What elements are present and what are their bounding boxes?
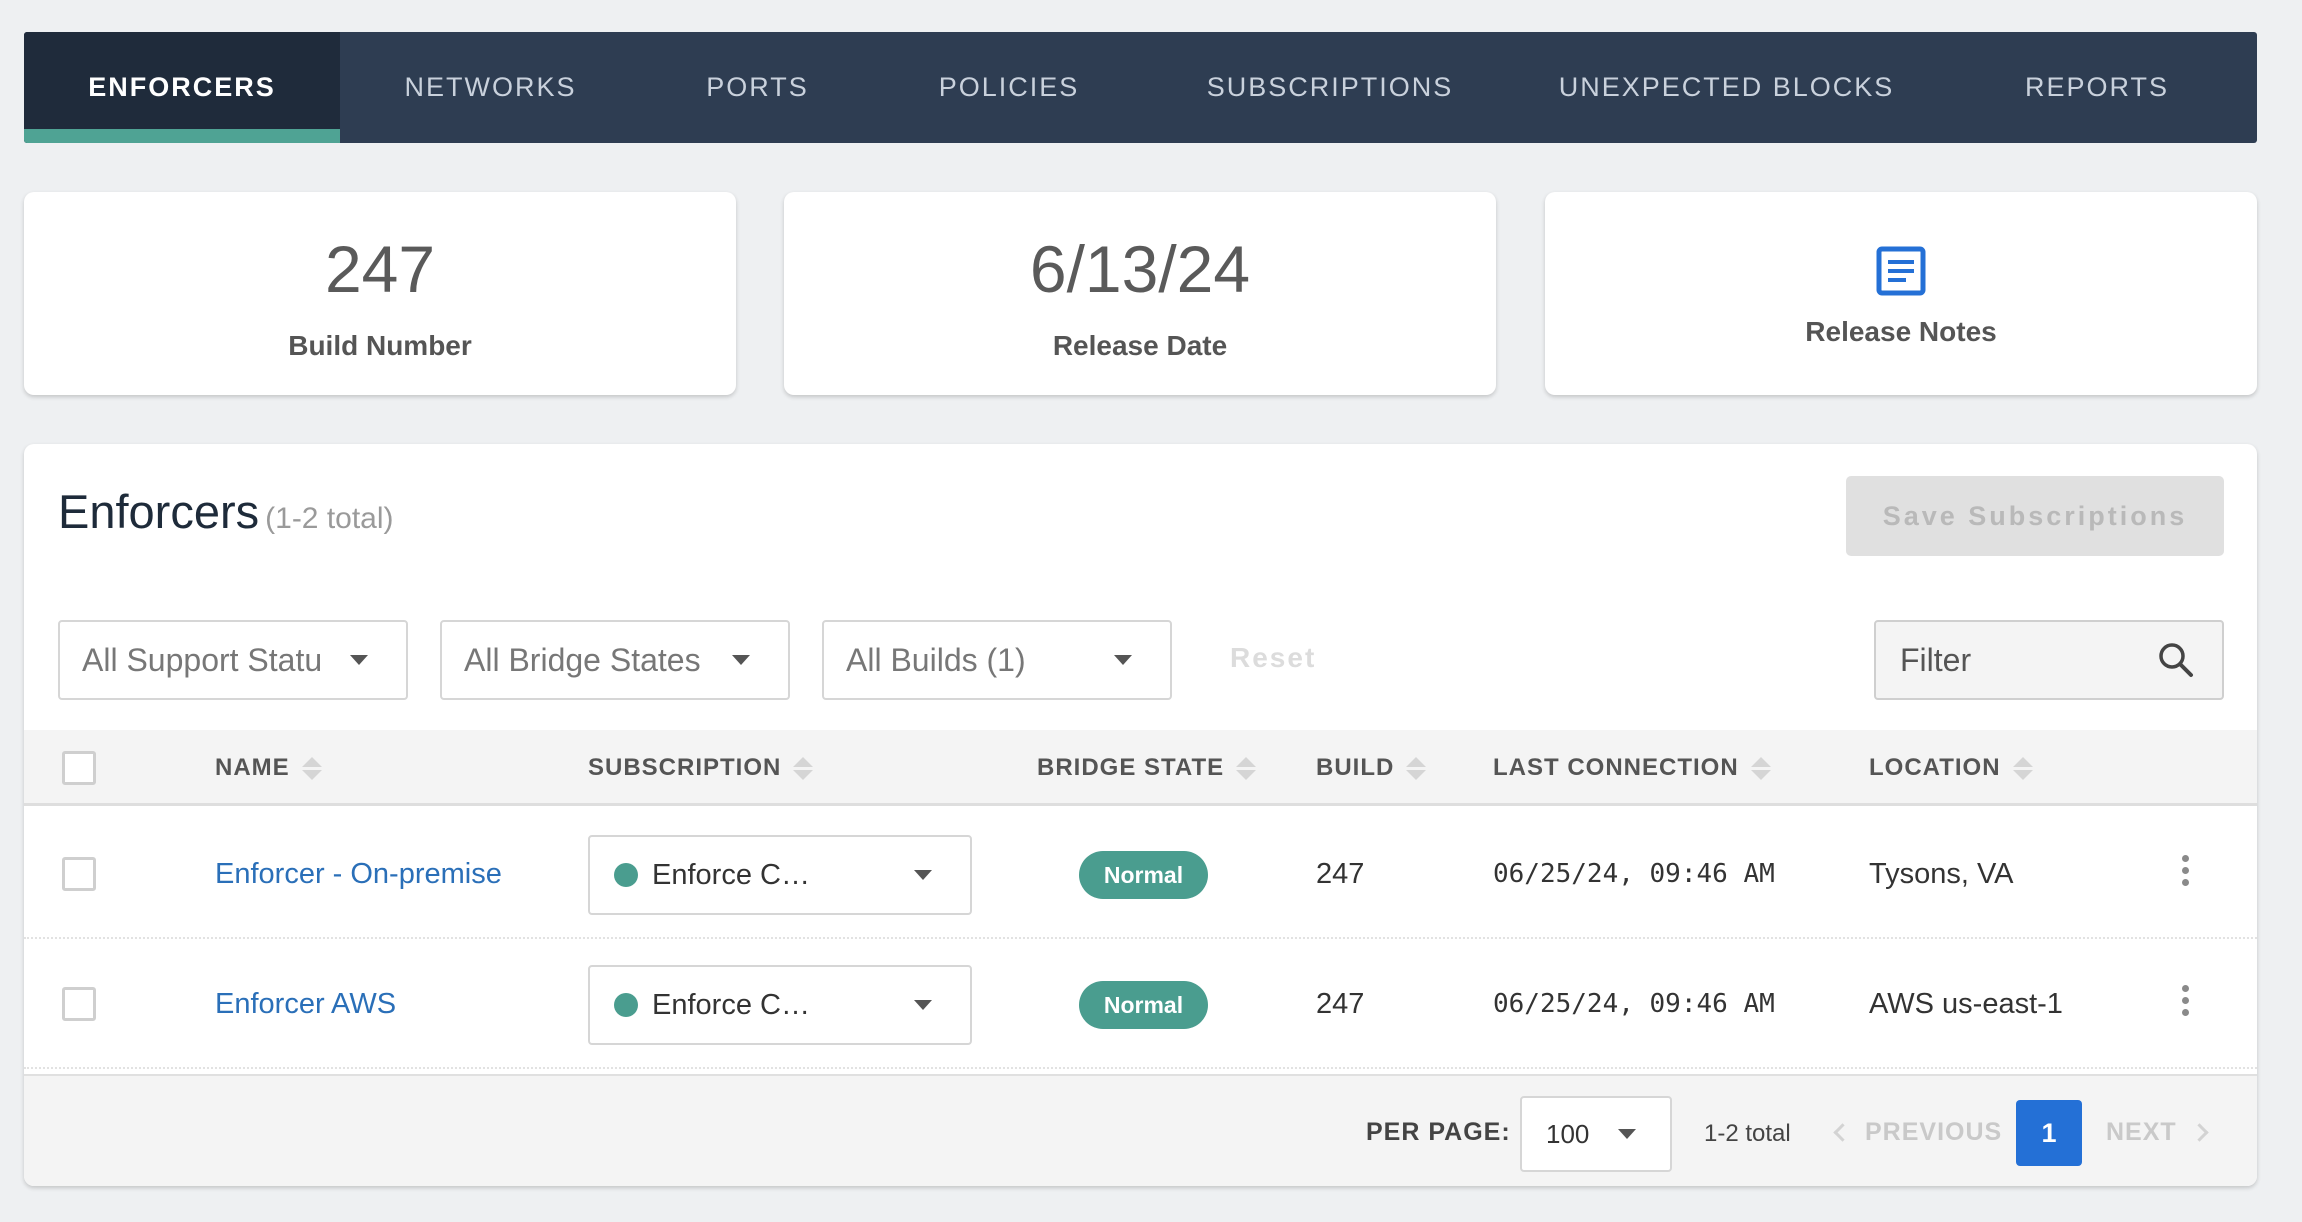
build-number-label: Build Number [288,330,472,361]
page-title-text: Enforcers [58,485,260,538]
support-status-select[interactable]: All Support Statu [58,620,408,700]
per-page-label: PER PAGE: [1366,1118,1511,1146]
column-last-connection[interactable]: LAST CONNECTION [1493,730,1771,806]
select-all-checkbox[interactable] [62,751,96,785]
tab-networks[interactable]: NETWORKS [340,32,641,143]
table-header: NAME SUBSCRIPTION BRIDGE STATE BUILD LAS… [24,730,2257,806]
chevron-down-icon [1114,655,1132,665]
reset-button[interactable]: Reset [1230,642,1316,674]
pagination-total: 1-2 total [1704,1120,1791,1147]
enforcer-name-link[interactable]: Enforcer AWS [215,939,396,1069]
bridge-states-select[interactable]: All Bridge States [440,620,790,700]
build-number-value: 247 [324,232,436,306]
document-icon [1876,246,1926,296]
release-date-value: 6/13/24 [1029,232,1251,306]
save-subscriptions-button[interactable]: Save Subscriptions [1846,476,2224,556]
subscription-select[interactable]: Enforce C… [588,835,972,915]
release-date-card: 6/13/24 Release Date [784,192,1496,395]
more-options-icon[interactable] [2182,985,2189,1016]
column-last-connection-label: LAST CONNECTION [1493,754,1739,781]
location-cell: AWS us-east-1 [1869,987,2063,1020]
subscription-value: Enforce C… [652,988,810,1021]
column-build[interactable]: BUILD [1316,730,1427,806]
bridge-state-badge: Normal [1079,851,1208,899]
column-subscription-label: SUBSCRIPTION [588,754,782,781]
search-icon[interactable] [2158,642,2194,678]
status-dot [614,863,638,887]
page-1-button[interactable]: 1 [2016,1100,2082,1166]
previous-page-button[interactable]: PREVIOUS [1833,1118,2003,1147]
builds-value: All Builds (1) [846,641,1026,678]
status-dot [614,993,638,1017]
enforcer-name-link[interactable]: Enforcer - On-premise [215,809,502,939]
row-checkbox[interactable] [62,857,96,891]
tab-policies[interactable]: POLICIES [874,32,1144,143]
pagination-bar: PER PAGE: 100 1-2 total PREVIOUS 1 NEXT [24,1074,2257,1186]
release-notes-card[interactable]: Release Notes [1545,192,2257,395]
bridge-state-badge: Normal [1079,981,1208,1029]
release-notes-label: Release Notes [1805,316,1997,347]
top-nav: ENFORCERS NETWORKS PORTS POLICIES SUBSCR… [24,32,2257,143]
sort-icon [1236,756,1257,780]
per-page-select[interactable]: 100 [1520,1096,1672,1172]
per-page-value: 100 [1546,1118,1590,1149]
subscription-value: Enforce C… [652,858,810,891]
bridge-states-value: All Bridge States [464,641,701,678]
tab-subscriptions[interactable]: SUBSCRIPTIONS [1144,32,1516,143]
last-connection-cell: 06/25/24, 09:46 AM [1493,859,1775,889]
column-name[interactable]: NAME [215,730,322,806]
sort-icon [793,756,814,780]
build-number-card: 247 Build Number [24,192,736,395]
column-build-label: BUILD [1316,754,1395,781]
page-title: Enforcers (1-2 total) [58,484,394,539]
subscription-select[interactable]: Enforce C… [588,965,972,1045]
builds-select[interactable]: All Builds (1) [822,620,1172,700]
column-location[interactable]: LOCATION [1869,730,2033,806]
next-page-button[interactable]: NEXT [2106,1118,2209,1147]
filter-placeholder: Filter [1900,641,1972,678]
tab-enforcers[interactable]: ENFORCERS [24,32,340,143]
more-options-icon[interactable] [2182,855,2189,886]
sort-icon [1750,756,1771,780]
column-bridge-state-label: BRIDGE STATE [1037,754,1225,781]
app-root: ENFORCERS NETWORKS PORTS POLICIES SUBSCR… [0,0,2302,1222]
total-count: (1-2 total) [265,502,394,535]
chevron-down-icon [350,655,368,665]
chevron-down-icon [914,870,932,880]
support-status-value: All Support Statu [82,641,323,678]
chevron-down-icon [1618,1129,1636,1139]
tab-unexpected-blocks[interactable]: UNEXPECTED BLOCKS [1516,32,1937,143]
table-row: Enforcer - On-premise Enforce C… Normal … [24,809,2257,939]
row-checkbox[interactable] [62,987,96,1021]
tab-ports[interactable]: PORTS [641,32,874,143]
sort-icon [2012,756,2033,780]
sort-icon [1406,756,1427,780]
next-label: NEXT [2106,1118,2177,1146]
location-cell: Tysons, VA [1869,857,2014,890]
enforcers-panel: Enforcers (1-2 total) Save Subscriptions … [24,444,2257,1186]
chevron-down-icon [914,1000,932,1010]
column-bridge-state[interactable]: BRIDGE STATE [1037,730,1257,806]
table-row: Enforcer AWS Enforce C… Normal 247 06/25… [24,939,2257,1069]
chevron-left-icon [1833,1123,1852,1142]
column-name-label: NAME [215,754,290,781]
filter-input[interactable]: Filter [1874,620,2224,700]
chevron-right-icon [2189,1123,2209,1142]
sort-icon [301,756,322,780]
column-subscription[interactable]: SUBSCRIPTION [588,730,814,806]
chevron-down-icon [732,655,750,665]
build-cell: 247 [1316,857,1365,890]
column-location-label: LOCATION [1869,754,2001,781]
release-date-label: Release Date [1052,330,1228,361]
build-cell: 247 [1316,987,1365,1020]
tab-reports[interactable]: REPORTS [1937,32,2257,143]
last-connection-cell: 06/25/24, 09:46 AM [1493,989,1775,1019]
previous-label: PREVIOUS [1865,1118,2003,1146]
